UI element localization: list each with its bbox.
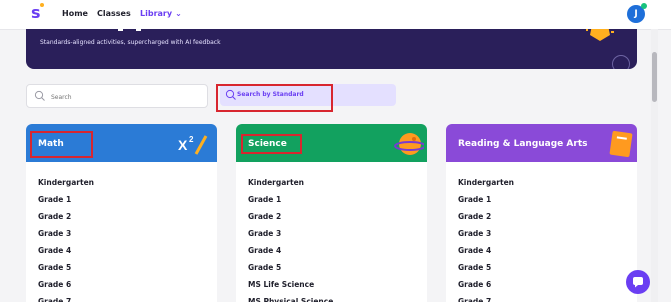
chat-support-button[interactable]: [626, 270, 650, 294]
grade-list: Kindergarten Grade 1 Grade 2 Grade 3 Gra…: [248, 174, 418, 302]
card-title: Reading & Language Arts: [458, 139, 588, 149]
library-banner: Standards-aligned activities, supercharg…: [26, 29, 637, 69]
banner-decorative-circle: [612, 55, 630, 69]
list-item[interactable]: Grade 2: [38, 208, 208, 225]
search-field[interactable]: [26, 84, 208, 108]
list-item[interactable]: Grade 6: [458, 276, 628, 293]
banner-title-cutoff: [40, 29, 180, 35]
app-logo[interactable]: s: [31, 3, 45, 22]
subject-card-reading-language-arts[interactable]: Reading & Language Arts Kindergarten Gra…: [446, 124, 637, 302]
search-icon: [34, 90, 45, 101]
highlight-box-standard: [216, 84, 333, 112]
list-item[interactable]: Grade 7: [38, 293, 208, 302]
list-item[interactable]: Grade 3: [38, 225, 208, 242]
list-item[interactable]: Grade 1: [248, 191, 418, 208]
online-badge: [641, 3, 647, 9]
top-nav: s Home Classes Library ⌄ J: [0, 0, 671, 30]
star-mascot-icon: [586, 29, 614, 41]
highlight-box-science: [241, 134, 302, 154]
list-item[interactable]: Grade 7: [458, 293, 628, 302]
logo-letter: s: [31, 3, 41, 22]
list-item[interactable]: Grade 4: [38, 242, 208, 259]
user-avatar[interactable]: J: [627, 3, 647, 23]
logo-dot: [40, 3, 44, 7]
list-item[interactable]: MS Physical Science: [248, 293, 418, 302]
list-item[interactable]: Grade 4: [458, 242, 628, 259]
chat-icon: [633, 277, 643, 288]
chevron-down-icon: ⌄: [175, 9, 182, 18]
list-item[interactable]: Kindergarten: [458, 174, 628, 191]
list-item[interactable]: Grade 5: [458, 259, 628, 276]
list-item[interactable]: Grade 5: [248, 259, 418, 276]
list-item[interactable]: Kindergarten: [38, 174, 208, 191]
svg-text:2: 2: [189, 135, 194, 144]
search-input[interactable]: [49, 88, 203, 106]
nav-classes-link[interactable]: Classes: [97, 8, 131, 20]
svg-text:X: X: [178, 137, 188, 153]
banner-title-fragment-shape: [118, 29, 141, 31]
grade-list: Kindergarten Grade 1 Grade 2 Grade 3 Gra…: [458, 174, 628, 302]
scrollbar-thumb[interactable]: [652, 52, 657, 102]
list-item[interactable]: Grade 2: [248, 208, 418, 225]
list-item[interactable]: Grade 6: [38, 276, 208, 293]
banner-subtitle: Standards-aligned activities, supercharg…: [40, 39, 221, 46]
list-item[interactable]: Kindergarten: [248, 174, 418, 191]
list-item[interactable]: Grade 3: [458, 225, 628, 242]
nav-library-menu[interactable]: Library ⌄: [140, 8, 182, 20]
avatar-initial: J: [634, 9, 638, 19]
list-item[interactable]: Grade 5: [38, 259, 208, 276]
grade-list: Kindergarten Grade 1 Grade 2 Grade 3 Gra…: [38, 174, 208, 302]
list-item[interactable]: Grade 3: [248, 225, 418, 242]
highlight-box-math: [30, 131, 93, 158]
card-header[interactable]: Reading & Language Arts: [446, 124, 637, 162]
nav-home-link[interactable]: Home: [62, 8, 88, 20]
list-item[interactable]: Grade 1: [38, 191, 208, 208]
book-icon: [609, 130, 633, 158]
list-item[interactable]: Grade 4: [248, 242, 418, 259]
nav-library-label: Library: [140, 9, 173, 18]
math-x-squared-pencil-icon: X 2: [178, 135, 208, 155]
list-item[interactable]: MS Life Science: [248, 276, 418, 293]
planet-icon: [394, 133, 424, 155]
list-item[interactable]: Grade 2: [458, 208, 628, 225]
list-item[interactable]: Grade 1: [458, 191, 628, 208]
